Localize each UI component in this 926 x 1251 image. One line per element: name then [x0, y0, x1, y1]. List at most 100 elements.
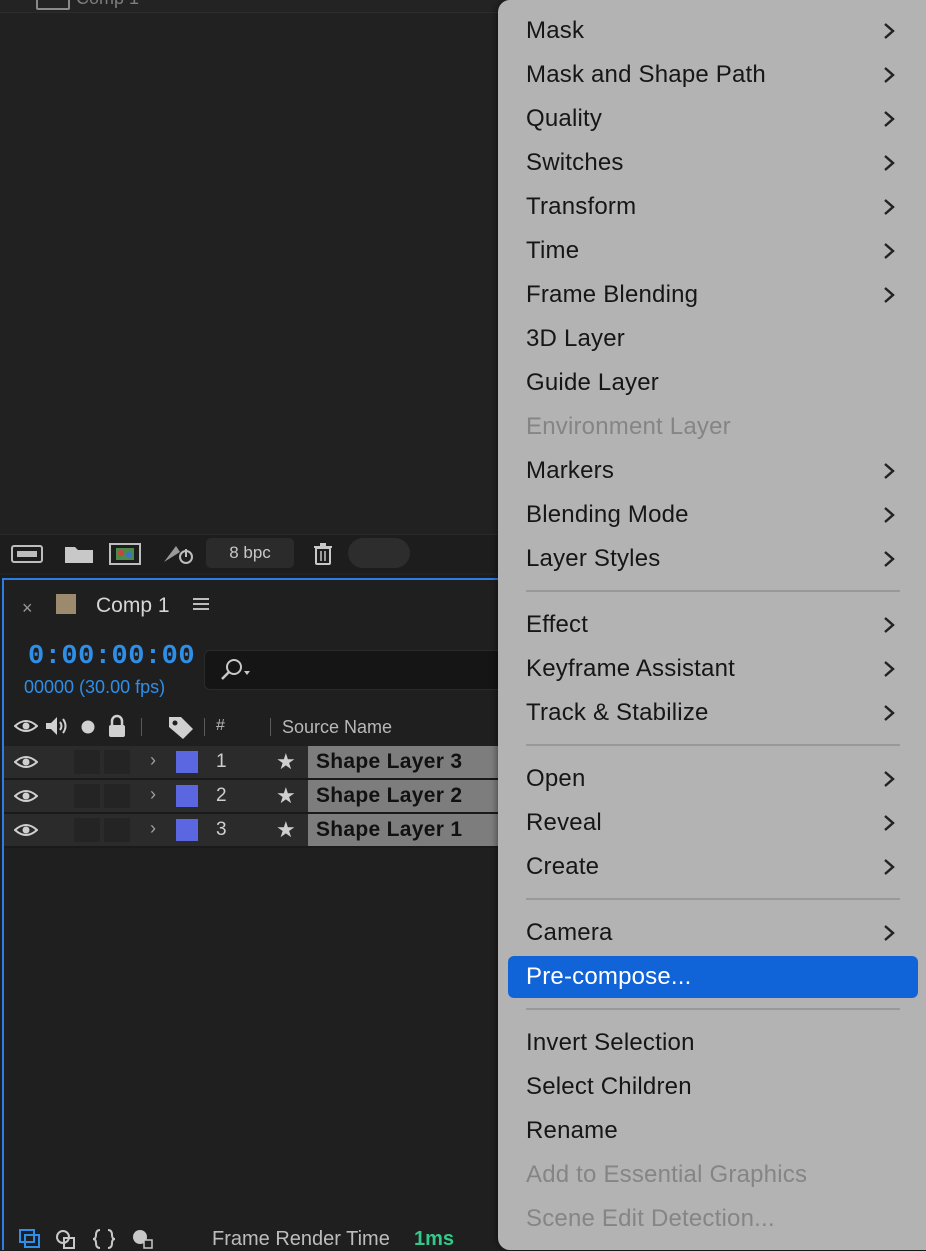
layer-number: 2 — [216, 785, 227, 806]
chevron-right-icon[interactable]: › — [150, 750, 156, 771]
menu-item-mask[interactable]: Mask — [508, 10, 918, 52]
new-composition-icon[interactable] — [108, 542, 142, 566]
close-icon[interactable]: × — [22, 598, 33, 619]
menu-item-label: Transform — [526, 193, 637, 220]
menu-separator — [526, 744, 900, 746]
menu-item-label: Keyframe Assistant — [526, 655, 736, 682]
menu-item-label: Markers — [526, 457, 615, 484]
menu-item-label: Frame Blending — [526, 281, 699, 308]
layer-switches-icon[interactable] — [18, 1228, 42, 1250]
audio-speaker-icon[interactable] — [44, 715, 70, 737]
chevron-right-icon — [884, 771, 895, 787]
menu-item-quality[interactable]: Quality — [508, 98, 918, 140]
new-folder-icon[interactable] — [62, 542, 96, 566]
menu-item-time[interactable]: Time — [508, 230, 918, 272]
layer-label-color[interactable] — [176, 785, 198, 807]
current-time-display[interactable]: 0:00:00:00 — [28, 642, 195, 672]
menu-item-label: Open — [526, 765, 586, 792]
chevron-right-icon — [884, 111, 895, 127]
chevron-right-icon — [884, 199, 895, 215]
chevron-right-icon — [884, 925, 895, 941]
chevron-right-icon — [884, 463, 895, 479]
trash-icon[interactable] — [306, 542, 340, 566]
menu-item-switches[interactable]: Switches — [508, 142, 918, 184]
solo-dot-icon[interactable] — [79, 718, 97, 736]
menu-item-reveal[interactable]: Reveal — [508, 802, 918, 844]
layer-label-color[interactable] — [176, 751, 198, 773]
solo-switch[interactable] — [74, 784, 100, 808]
menu-item-markers[interactable]: Markers — [508, 450, 918, 492]
menu-item-3d-layer[interactable]: 3D Layer — [508, 318, 918, 360]
menu-item-blending-mode[interactable]: Blending Mode — [508, 494, 918, 536]
interpret-footage-icon[interactable] — [10, 542, 44, 566]
layer-number-header[interactable]: # — [216, 717, 225, 735]
frame-rate-label: 00000 (30.00 fps) — [24, 677, 166, 697]
menu-item-keyframe-assistant[interactable]: Keyframe Assistant — [508, 648, 918, 690]
in-out-brackets-icon[interactable] — [92, 1228, 116, 1250]
chevron-right-icon — [884, 859, 895, 875]
chevron-right-icon — [884, 617, 895, 633]
menu-item-guide-layer[interactable]: Guide Layer — [508, 362, 918, 404]
menu-item-open[interactable]: Open — [508, 758, 918, 800]
column-separator[interactable] — [270, 718, 271, 736]
menu-item-label: 3D Layer — [526, 325, 625, 352]
menu-item-track-and-stabilize[interactable]: Track & Stabilize — [508, 692, 918, 734]
menu-item-mask-and-shape-path[interactable]: Mask and Shape Path — [508, 54, 918, 96]
transfer-controls-icon[interactable] — [54, 1228, 78, 1250]
menu-item-label: Blending Mode — [526, 501, 689, 528]
layer-number: 1 — [216, 751, 227, 772]
menu-item-rename[interactable]: Rename — [508, 1110, 918, 1152]
eye-icon[interactable] — [14, 718, 38, 734]
solo-switch[interactable] — [74, 818, 100, 842]
menu-item-invert-selection[interactable]: Invert Selection — [508, 1022, 918, 1064]
shape-layer-star-icon: ★ — [276, 749, 296, 774]
chevron-right-icon[interactable]: › — [150, 818, 156, 839]
column-separator[interactable] — [204, 718, 205, 736]
comp-color-swatch — [56, 594, 76, 614]
menu-item-label: Scene Edit Detection... — [526, 1205, 775, 1232]
menu-item-label: Guide Layer — [526, 369, 659, 396]
menu-item-label: Layer Styles — [526, 545, 661, 572]
menu-item-pre-compose[interactable]: Pre-compose... — [508, 956, 918, 998]
menu-item-create[interactable]: Create — [508, 846, 918, 888]
menu-item-label: Camera — [526, 919, 613, 946]
composition-icon — [36, 0, 70, 10]
timeline-tab-title[interactable]: Comp 1 — [96, 594, 170, 618]
chevron-right-icon — [884, 507, 895, 523]
visibility-eye-icon[interactable] — [14, 788, 38, 804]
menu-separator — [526, 1008, 900, 1010]
solo-switch[interactable] — [74, 750, 100, 774]
motion-blur-icon[interactable] — [130, 1228, 154, 1250]
toolbar-pill-toggle[interactable] — [348, 538, 410, 568]
menu-item-label: Mask and Shape Path — [526, 61, 766, 88]
menu-item-add-to-essential-graphics: Add to Essential Graphics — [508, 1154, 918, 1196]
visibility-eye-icon[interactable] — [14, 754, 38, 770]
lock-switch[interactable] — [104, 818, 130, 842]
menu-item-frame-blending[interactable]: Frame Blending — [508, 274, 918, 316]
source-name-header[interactable]: Source Name — [282, 717, 392, 738]
visibility-eye-icon[interactable] — [14, 822, 38, 838]
layer-context-menu: Mask Mask and Shape Path Quality Switche… — [498, 0, 926, 1250]
label-tag-icon[interactable] — [166, 714, 196, 740]
panel-menu-icon[interactable] — [192, 596, 210, 612]
menu-item-label: Pre-compose... — [526, 963, 692, 990]
chevron-right-icon — [884, 23, 895, 39]
menu-item-scene-edit-detection: Scene Edit Detection... — [508, 1198, 918, 1240]
frame-render-time-value: 1ms — [414, 1228, 455, 1250]
lock-switch[interactable] — [104, 750, 130, 774]
render-power-icon[interactable] — [162, 542, 196, 566]
layer-label-color[interactable] — [176, 819, 198, 841]
lock-icon[interactable] — [106, 714, 128, 738]
chevron-right-icon[interactable]: › — [150, 784, 156, 805]
menu-item-transform[interactable]: Transform — [508, 186, 918, 228]
menu-item-camera[interactable]: Camera — [508, 912, 918, 954]
menu-item-layer-styles[interactable]: Layer Styles — [508, 538, 918, 580]
column-separator[interactable] — [141, 718, 142, 736]
menu-item-effect[interactable]: Effect — [508, 604, 918, 646]
chevron-right-icon — [884, 243, 895, 259]
menu-item-environment-layer: Environment Layer — [508, 406, 918, 448]
lock-switch[interactable] — [104, 784, 130, 808]
menu-item-select-children[interactable]: Select Children — [508, 1066, 918, 1108]
project-bit-depth-button[interactable]: 8 bpc — [206, 538, 294, 568]
search-icon — [221, 659, 250, 680]
